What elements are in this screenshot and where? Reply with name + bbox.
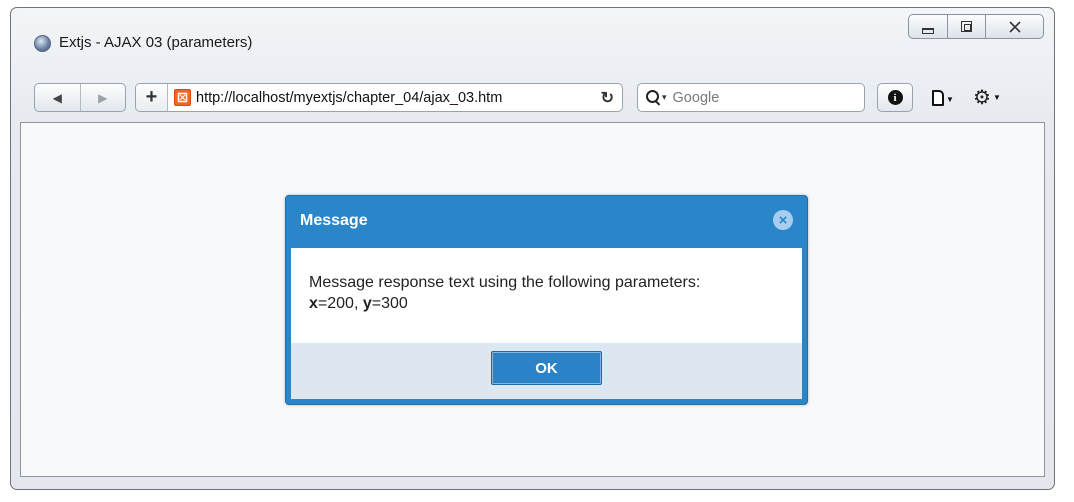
param-x-value: =200, [317, 295, 363, 312]
page-content: Message × Message response text using th… [20, 122, 1045, 477]
close-icon [1008, 20, 1021, 33]
dialog-footer: OK [291, 343, 802, 399]
search-engine-caret-icon[interactable]: ▾ [662, 92, 667, 103]
search-placeholder: Google [672, 89, 720, 106]
dialog-body: Message response text using the followin… [291, 248, 802, 343]
param-x-name: x [309, 295, 318, 312]
chevron-down-icon: ▼ [992, 93, 1001, 102]
info-button[interactable]: i [877, 83, 913, 112]
dialog-title: Message [300, 212, 368, 229]
reload-icon[interactable]: ↻ [601, 88, 614, 108]
ok-button[interactable]: OK [491, 351, 602, 385]
gear-icon: ⚙ [973, 87, 991, 109]
message-dialog: Message × Message response text using th… [285, 195, 808, 405]
search-input[interactable]: ▾ Google [637, 83, 865, 112]
window-title: Extjs - AJAX 03 (parameters) [59, 34, 253, 51]
forward-arrow-icon: ▶ [98, 90, 108, 105]
info-icon: i [887, 90, 903, 105]
close-button[interactable] [986, 14, 1044, 39]
maximize-button[interactable] [947, 14, 986, 39]
minimize-button[interactable] [908, 14, 947, 39]
add-bookmark-icon: + [145, 86, 158, 108]
maximize-icon [961, 21, 972, 32]
back-forward-group: ◀ ▶ [34, 83, 126, 112]
param-y-value: =300 [371, 295, 408, 312]
back-button[interactable]: ◀ [35, 84, 81, 111]
minimize-icon [922, 27, 934, 34]
param-y-name: y [362, 295, 372, 312]
browser-window: Extjs - AJAX 03 (parameters) ◀ ▶ + http:… [10, 7, 1055, 490]
chevron-down-icon: ▼ [946, 95, 954, 104]
message-line-1: Message response text using the followin… [309, 274, 701, 291]
page-icon [932, 90, 944, 106]
title-bar: Extjs - AJAX 03 (parameters) [11, 8, 1054, 73]
search-icon[interactable] [646, 89, 662, 106]
dialog-close-icon[interactable]: × [773, 210, 793, 230]
app-globe-icon [34, 35, 51, 52]
url-input[interactable]: http://localhost/myextjs/chapter_04/ajax… [196, 90, 576, 106]
navigation-toolbar: ◀ ▶ + http://localhost/myextjs/chapter_0… [11, 74, 1054, 122]
forward-button[interactable]: ▶ [81, 84, 126, 111]
page-menu-button[interactable]: ▼ [932, 90, 954, 106]
window-controls [908, 14, 1044, 39]
tools-menu-button[interactable]: ⚙ ▼ [973, 88, 1001, 108]
address-bar[interactable]: + http://localhost/myextjs/chapter_04/aj… [135, 83, 623, 112]
add-bookmark-button[interactable]: + [136, 84, 168, 111]
site-favicon-icon [174, 89, 191, 106]
back-arrow-icon: ◀ [52, 90, 62, 105]
dialog-message: Message response text using the followin… [309, 272, 700, 314]
